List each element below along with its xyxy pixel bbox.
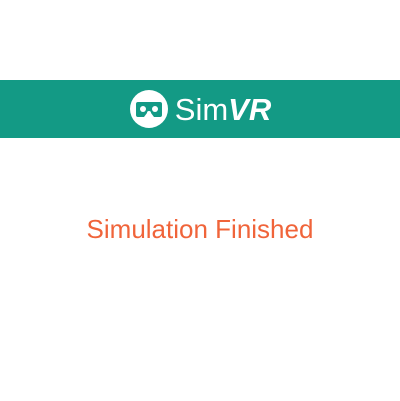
logo-text-vr: VR xyxy=(228,91,272,127)
logo-wordmark: Sim VR xyxy=(175,94,271,125)
header-bar: Sim VR xyxy=(0,80,400,138)
logo-text-sim: Sim xyxy=(174,91,229,127)
simulation-status-message: Simulation Finished xyxy=(86,214,314,244)
app-page: Sim VR Simulation Finished xyxy=(0,0,400,401)
vr-headset-icon xyxy=(129,90,168,128)
simvr-logo: Sim VR xyxy=(129,89,271,129)
